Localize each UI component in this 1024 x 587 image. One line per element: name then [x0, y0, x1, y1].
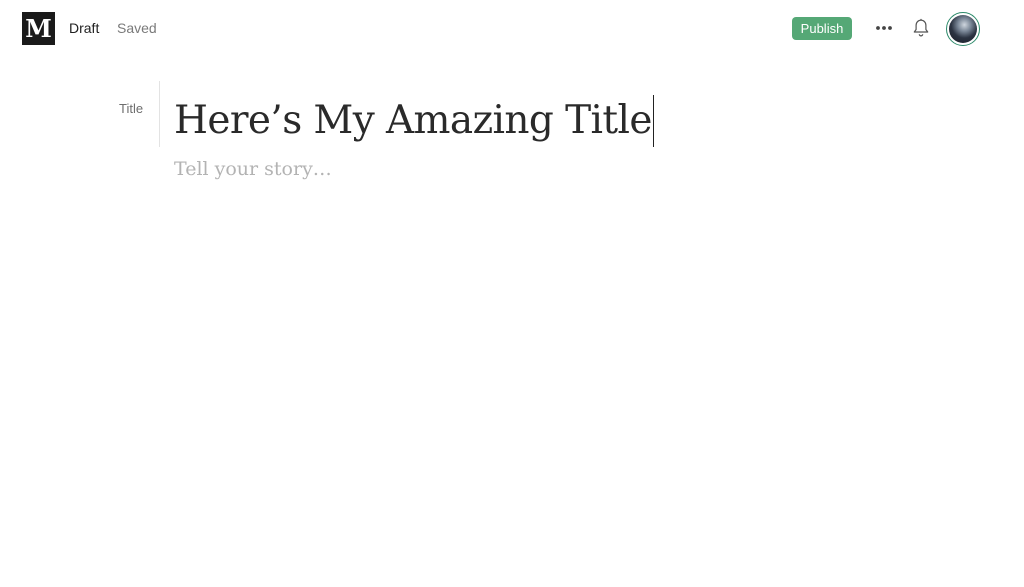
title-side-label: Title	[119, 101, 144, 116]
text-caret	[652, 95, 654, 147]
medium-logo[interactable]: M	[22, 12, 55, 45]
user-avatar[interactable]	[946, 12, 980, 46]
publish-button[interactable]: Publish	[792, 17, 852, 40]
publish-button-label: Publish	[800, 21, 844, 36]
bell-icon	[913, 18, 929, 37]
story-title-input[interactable]: Here’s My Amazing Title	[174, 94, 654, 148]
editor-page: M Draft Saved Publish Title Here’s My Am…	[0, 0, 1024, 587]
avatar-image	[949, 15, 977, 43]
title-guide-line	[159, 81, 160, 147]
save-status: Saved	[117, 20, 157, 36]
logo-letter: M	[25, 13, 52, 43]
more-horizontal-icon	[876, 26, 892, 30]
story-body-placeholder: Tell your story…	[174, 158, 332, 180]
top-bar: M Draft Saved Publish	[0, 0, 1024, 56]
more-options-button[interactable]	[874, 18, 894, 38]
story-title-text: Here’s My Amazing Title	[174, 98, 652, 143]
draft-label: Draft	[69, 20, 100, 36]
story-body-input[interactable]: Tell your story…	[174, 158, 332, 180]
notifications-button[interactable]	[911, 18, 931, 38]
